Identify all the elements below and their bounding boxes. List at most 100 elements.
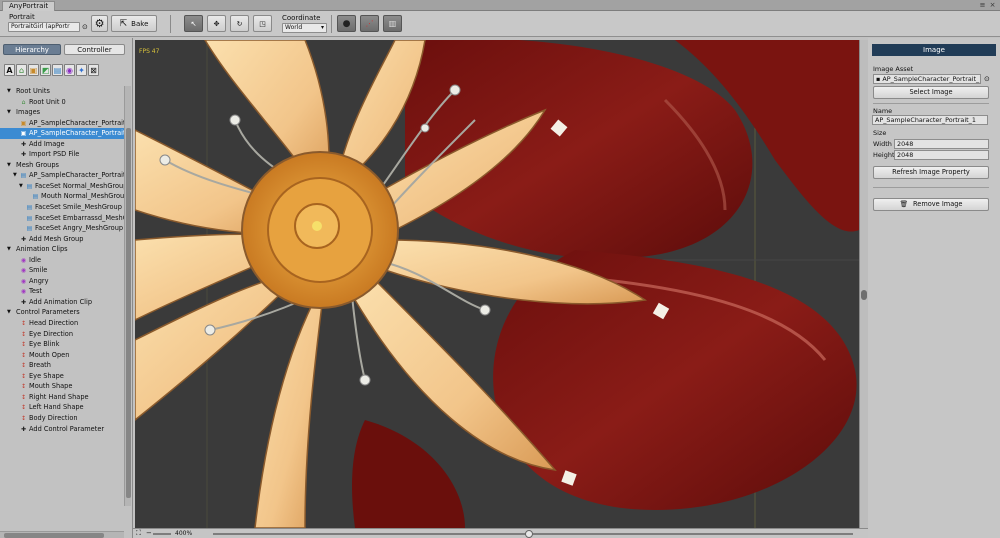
tree-item[interactable]: ◉ Test bbox=[0, 286, 124, 297]
remove-image-button[interactable]: 🗑 Remove Image bbox=[873, 198, 989, 211]
name-field[interactable]: AP_SampleCharacter_Portrait_1 bbox=[872, 115, 988, 125]
fit-view-icon[interactable]: ⛶ bbox=[136, 529, 141, 538]
expand-arrow-icon[interactable]: ▼ bbox=[7, 86, 11, 97]
scrollbar-knob[interactable] bbox=[525, 530, 533, 538]
close-icon[interactable]: × bbox=[988, 1, 997, 9]
zoom-slider[interactable] bbox=[153, 533, 171, 535]
tree-item[interactable]: ◉ Angry bbox=[0, 276, 124, 287]
tree-item-label: Add Image bbox=[29, 139, 65, 148]
tree-item[interactable]: ▼ ▤ AP_SampleCharacter_Portrait bbox=[0, 170, 124, 181]
expand-arrow-icon[interactable]: ▼ bbox=[19, 181, 23, 192]
tab-hierarchy[interactable]: Hierarchy bbox=[3, 44, 61, 55]
height-field[interactable]: 2048 bbox=[894, 150, 989, 160]
bake-button[interactable]: ⇱ Bake bbox=[111, 15, 157, 32]
name-value: AP_SampleCharacter_Portrait_1 bbox=[875, 116, 976, 124]
parameter-filter-icon[interactable]: ✦ bbox=[76, 64, 87, 76]
tree-item[interactable]: ↕ Body Direction bbox=[0, 413, 124, 424]
tree-item[interactable]: ↕ Eye Blink bbox=[0, 339, 124, 350]
tab-controller[interactable]: Controller bbox=[64, 44, 125, 55]
tree-category[interactable]: ▼ Control Parameters bbox=[0, 307, 124, 318]
tree-item[interactable]: ✚ Add Mesh Group bbox=[0, 234, 124, 245]
scrollbar-thumb[interactable] bbox=[861, 290, 867, 300]
parameter-icon: ↕ bbox=[20, 404, 27, 412]
settings-button[interactable]: ⚙ bbox=[91, 15, 108, 32]
portrait-field[interactable]: PortraitGirl (apPortr bbox=[8, 22, 80, 32]
text-filter-icon[interactable]: A bbox=[4, 64, 15, 76]
tree-item[interactable]: ⌂ Root Unit 0 bbox=[0, 97, 124, 108]
tree-item[interactable]: ↕ Left Hand Shape bbox=[0, 402, 124, 413]
width-field[interactable]: 2048 bbox=[894, 139, 989, 149]
tree-item[interactable]: ✚ Import PSD File bbox=[0, 149, 124, 160]
clear-filter-icon[interactable]: ⊠ bbox=[88, 64, 99, 76]
select-image-button[interactable]: Select Image bbox=[873, 86, 989, 99]
onion-skin-button[interactable]: ● bbox=[337, 15, 356, 32]
move-tool-button[interactable]: ✥ bbox=[207, 15, 226, 32]
expand-arrow-icon[interactable]: ▼ bbox=[7, 307, 11, 318]
tree-item-label: Add Control Parameter bbox=[29, 424, 105, 433]
hierarchy-horizontal-scrollbar[interactable] bbox=[0, 531, 124, 538]
scrollbar-thumb[interactable] bbox=[4, 533, 104, 538]
tree-item[interactable]: ▤ FaceSet Smile_MeshGroup bbox=[0, 202, 124, 213]
mesh-group-icon: ▤ bbox=[26, 214, 33, 222]
rotate-tool-button[interactable]: ↻ bbox=[230, 15, 249, 32]
expand-arrow-icon[interactable]: ▼ bbox=[7, 107, 11, 118]
tree-category[interactable]: ▼ Root Units bbox=[0, 86, 124, 97]
tree-item[interactable]: ↕ Eye Direction bbox=[0, 329, 124, 340]
tree-item[interactable]: ▤FaceSet Embarrassd_MeshGroup bbox=[0, 213, 124, 224]
scale-tool-button[interactable]: ◳ bbox=[253, 15, 272, 32]
root-unit-filter-icon[interactable]: ⌂ bbox=[16, 64, 27, 76]
mesh-view-button[interactable]: ▥ bbox=[383, 15, 402, 32]
bone-view-button[interactable]: ⋰ bbox=[360, 15, 379, 32]
zoom-out-icon[interactable]: − bbox=[146, 529, 152, 537]
portrait-label: Portrait bbox=[9, 13, 35, 21]
rotate-icon: ↻ bbox=[236, 19, 243, 28]
section-divider bbox=[873, 103, 989, 104]
window-tab[interactable]: AnyPortrait bbox=[2, 1, 56, 11]
tree-item[interactable]: ◉ Smile bbox=[0, 265, 124, 276]
circle-icon: ● bbox=[342, 18, 351, 29]
tree-item[interactable]: ◉ Idle bbox=[0, 255, 124, 266]
image-icon: ▣ bbox=[20, 119, 27, 127]
tree-item[interactable]: ▣ AP_SampleCharacter_Portrait_1 bbox=[0, 128, 124, 139]
viewport-vertical-scrollbar[interactable] bbox=[859, 40, 868, 528]
tree-item[interactable]: ↕ Eye Shape bbox=[0, 371, 124, 382]
scrollbar-thumb[interactable] bbox=[126, 128, 131, 498]
refresh-image-property-button[interactable]: Refresh Image Property bbox=[873, 166, 989, 179]
tree-item[interactable]: ▤ FaceSet Angry_MeshGroup bbox=[0, 223, 124, 234]
image-filter-icon[interactable]: ▣ bbox=[28, 64, 39, 76]
tree-item[interactable]: ↕ Mouth Open bbox=[0, 350, 124, 361]
object-picker-icon[interactable]: ⊙ bbox=[984, 75, 990, 83]
tree-item-label: FaceSet Angry_MeshGroup bbox=[35, 224, 124, 233]
viewport-horizontal-scrollbar[interactable] bbox=[213, 530, 853, 538]
width-value: 2048 bbox=[897, 140, 914, 148]
tree-item[interactable]: ✚ Add Control Parameter bbox=[0, 424, 124, 435]
tree-item[interactable]: ✚ Add Animation Clip bbox=[0, 297, 124, 308]
coordinate-dropdown[interactable]: World ▾ bbox=[282, 23, 327, 33]
tree-item[interactable]: ▼ ▤ FaceSet Normal_MeshGroup bbox=[0, 181, 124, 192]
expand-arrow-icon[interactable]: ▼ bbox=[13, 170, 17, 181]
tree-item[interactable]: ✚ Add Image bbox=[0, 139, 124, 150]
tree-item-label: Mouth Open bbox=[29, 350, 70, 359]
hierarchy-vertical-scrollbar[interactable] bbox=[124, 86, 131, 506]
tree-item-label: Eye Blink bbox=[29, 340, 60, 349]
tree-category[interactable]: ▼ Animation Clips bbox=[0, 244, 124, 255]
image-asset-field[interactable]: ▪ AP_SampleCharacter_Portrait_1 bbox=[873, 74, 981, 84]
tree-item[interactable]: ↕ Breath bbox=[0, 360, 124, 371]
canvas-viewport[interactable]: FPS 47 bbox=[135, 40, 859, 528]
tree-category[interactable]: ▼ Mesh Groups bbox=[0, 160, 124, 171]
expand-arrow-icon[interactable]: ▼ bbox=[7, 244, 11, 255]
mesh-group-filter-icon[interactable]: ▤ bbox=[52, 64, 63, 76]
object-picker-icon[interactable]: ⊙ bbox=[82, 23, 88, 31]
mesh-filter-icon[interactable]: ◩ bbox=[40, 64, 51, 76]
mesh-group-icon: ▤ bbox=[26, 204, 33, 212]
animation-filter-icon[interactable]: ◉ bbox=[64, 64, 75, 76]
menu-icon[interactable]: ≡ bbox=[978, 1, 987, 9]
tree-item[interactable]: ▤ Mouth Normal_MeshGroup bbox=[0, 191, 124, 202]
tree-item[interactable]: ↕ Right Hand Shape bbox=[0, 392, 124, 403]
tree-item[interactable]: ↕ Head Direction bbox=[0, 318, 124, 329]
select-tool-button[interactable]: ↖ bbox=[184, 15, 203, 32]
expand-arrow-icon[interactable]: ▼ bbox=[7, 160, 11, 171]
tree-item[interactable]: ↕ Mouth Shape bbox=[0, 381, 124, 392]
tree-category[interactable]: ▼ Images bbox=[0, 107, 124, 118]
tree-item[interactable]: ▣ AP_SampleCharacter_Portrait_0 bbox=[0, 118, 124, 129]
